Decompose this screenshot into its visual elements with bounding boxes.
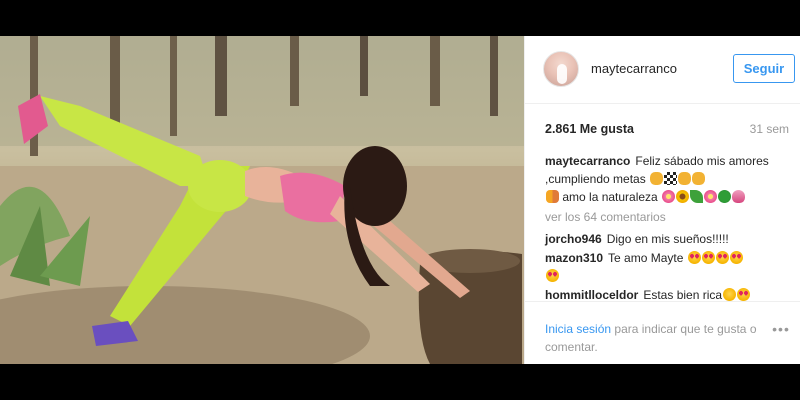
checkered-flag-emoji-icon [664,172,678,185]
comment-username[interactable]: jorcho946 [545,232,602,246]
muscle-emoji-icon [650,172,664,185]
comment-text: Estas bien rica [643,288,723,302]
login-prompt: Inicia sesión para indicar que te gusta … [545,320,765,356]
caption: maytecarranco Feliz sábado mis amores ,cu… [545,152,795,206]
blossom-emoji-icon [704,190,718,203]
more-options-icon[interactable]: ••• [769,322,793,336]
view-all-comments-link[interactable]: ver los 64 comentarios [545,208,795,226]
blush-emoji-icon [723,288,737,301]
comment-item: jorcho946 Digo en mis sueños!!!!! [545,230,795,248]
post-photo[interactable] [0,36,524,364]
women-emoji-icon [546,190,559,203]
heart-eyes-emoji-icon [701,251,715,264]
heart-eyes-emoji-icon [715,251,729,264]
heart-eyes-emoji-icon [729,251,743,264]
comment-item: mazon310 Te amo Mayte [545,249,795,285]
likes-count[interactable]: 2.861 Me gusta [545,122,634,136]
author-username[interactable]: maytecarranco [591,61,677,76]
hibiscus-emoji-icon [662,190,676,203]
letterbox-bottom [0,364,800,400]
avatar[interactable] [543,51,579,87]
heart-eyes-emoji-icon [737,288,751,301]
instagram-post: maytecarranco Seguir 2.861 Me gusta 31 s… [0,36,800,364]
fist-emoji-icon [678,172,692,185]
caption-text-2: amo la naturaleza [562,190,658,204]
letterbox-top [0,0,800,36]
follow-button[interactable]: Seguir [733,54,795,83]
sunflower-emoji-icon [676,190,690,203]
post-time[interactable]: 31 sem [750,122,789,136]
tulip-emoji-icon [732,190,746,203]
post-photo-illustration [0,36,524,364]
victory-hand-emoji-icon [692,172,706,185]
comment-text: Digo en mis sueños!!!!! [606,232,729,246]
heart-eyes-emoji-icon [687,251,701,264]
clover-emoji-icon [718,190,732,203]
leaf-emoji-icon [690,190,704,203]
post-side-panel: maytecarranco Seguir 2.861 Me gusta 31 s… [524,36,800,364]
post-header: maytecarranco Seguir [525,36,800,104]
caption-username[interactable]: maytecarranco [545,154,630,168]
comment-username[interactable]: hommitlloceldor [545,288,638,302]
login-link[interactable]: Inicia sesión [545,322,611,336]
likes-row: 2.861 Me gusta 31 sem [545,122,789,138]
comment-username[interactable]: mazon310 [545,251,603,265]
comment-text: Te amo Mayte [608,251,684,265]
post-footer: Inicia sesión para indicar que te gusta … [525,301,800,364]
heart-eyes-emoji-icon [546,269,559,282]
comments-list: maytecarranco Feliz sábado mis amores ,cu… [545,152,795,305]
